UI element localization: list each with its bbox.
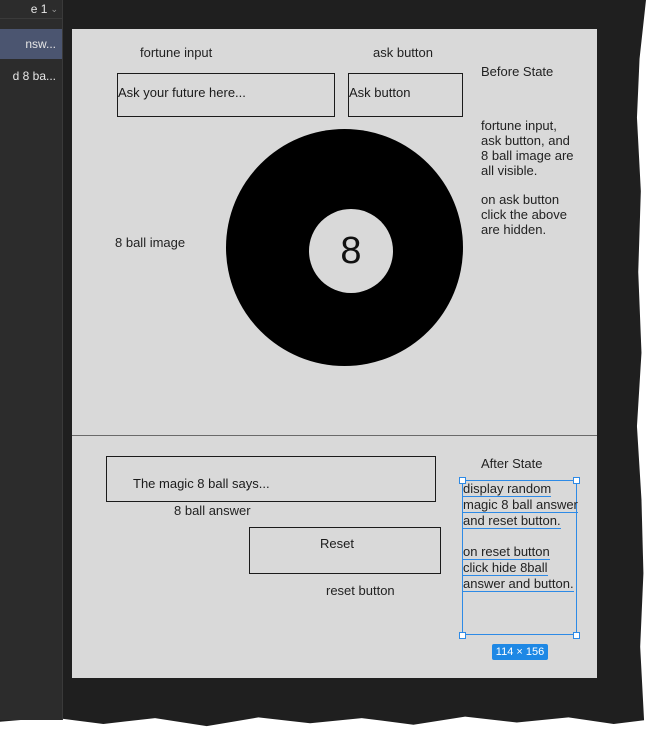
page-selector-label: e 1 (30, 2, 48, 16)
dimension-badge: 114 × 156 (492, 644, 548, 660)
before-state-line: all visible. (481, 163, 538, 178)
layer-item-label: d 8 ba... (12, 69, 56, 83)
fortune-input-field[interactable]: Ask your future here... (117, 73, 335, 117)
before-state-description: fortune input, ask button, and 8 ball im… (481, 118, 574, 178)
page-selector[interactable]: e 1 ⌄ (0, 0, 62, 19)
section-divider (72, 435, 597, 436)
reset-button-label: Reset (320, 536, 354, 551)
ask-button-annotation: ask button (373, 45, 433, 60)
eight-ball-answer-annotation: 8 ball answer (174, 503, 251, 518)
before-state-line: click the above (481, 207, 567, 222)
after-state-line: click hide 8ball (463, 560, 548, 576)
resize-handle-bottom-left[interactable] (459, 632, 466, 639)
before-state-line: fortune input, (481, 118, 557, 133)
after-state-description[interactable]: display random magic 8 ball answer and r… (463, 481, 578, 592)
after-state-line: on reset button (463, 544, 550, 560)
layer-item-answer[interactable]: nsw... (0, 29, 62, 59)
after-state-title: After State (481, 456, 543, 471)
fortune-input-placeholder: Ask your future here... (118, 85, 246, 100)
eight-ball-number: 8 (309, 209, 393, 293)
layers-panel: e 1 ⌄ nsw... d 8 ba... (0, 0, 63, 720)
chevron-down-icon: ⌄ (50, 3, 58, 14)
magic-answer-text: The magic 8 ball says... (133, 476, 270, 491)
after-state-line: and reset button. (463, 513, 561, 529)
before-state-line: on ask button (481, 192, 560, 207)
reset-button-annotation: reset button (326, 583, 395, 598)
magic-answer-box[interactable]: The magic 8 ball says... (106, 456, 436, 502)
before-state-hide-note: on ask button click the above are hidden… (481, 192, 567, 237)
after-state-line: display random (463, 481, 552, 497)
after-state-line: answer and button. (463, 576, 574, 592)
layer-item-label: nsw... (25, 37, 56, 51)
after-state-line: magic 8 ball answer (463, 497, 578, 513)
fortune-input-annotation: fortune input (140, 45, 213, 60)
before-state-line: are hidden. (481, 222, 547, 237)
eight-ball-image-annotation: 8 ball image (115, 235, 186, 250)
layer-item-8-ball[interactable]: d 8 ba... (0, 61, 62, 91)
before-state-line: ask button, and (481, 133, 570, 148)
before-state-title: Before State (481, 64, 554, 79)
reset-button[interactable]: Reset (249, 527, 441, 574)
ask-button[interactable]: Ask button (348, 73, 463, 117)
before-state-line: 8 ball image are (481, 148, 574, 163)
ask-button-label: Ask button (349, 85, 411, 100)
resize-handle-bottom-right[interactable] (573, 632, 580, 639)
